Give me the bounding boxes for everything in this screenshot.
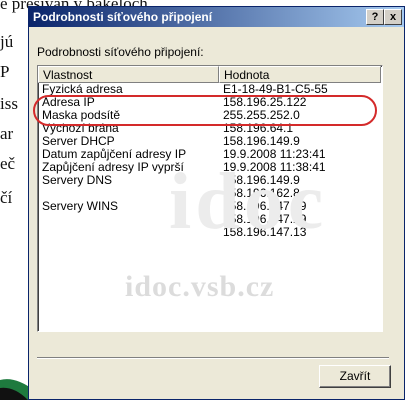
property-cell: Servery WINS bbox=[42, 199, 119, 213]
table-row[interactable]: 158.196.147.29 bbox=[38, 213, 382, 226]
property-cell: Servery DNS bbox=[42, 173, 113, 187]
background-text-line: jú bbox=[0, 32, 14, 51]
close-icon: x bbox=[389, 11, 397, 23]
column-header-property[interactable]: Vlastnost bbox=[38, 66, 219, 83]
background-text-line: čí bbox=[0, 188, 13, 207]
separator bbox=[37, 357, 389, 359]
titlebar-close-button[interactable]: x bbox=[384, 9, 402, 25]
network-connection-details-dialog: Podrobnosti síťového připojení ? x Podro… bbox=[28, 6, 405, 400]
background-text-line: iss bbox=[0, 94, 18, 113]
list-header: Vlastnost Hodnota bbox=[38, 66, 382, 83]
property-cell bbox=[38, 226, 219, 239]
column-header-value[interactable]: Hodnota bbox=[219, 66, 381, 83]
close-button[interactable]: Zavřít bbox=[319, 365, 391, 388]
property-cell bbox=[38, 213, 219, 226]
close-button-label: Zavřít bbox=[339, 369, 371, 383]
table-row[interactable]: Servery WINS 158.196.147.49 bbox=[38, 200, 382, 213]
table-row[interactable]: Servery DNS 158.196.149.9 bbox=[38, 174, 382, 187]
value-cell: 158.196.147.13 bbox=[223, 225, 307, 239]
help-button[interactable]: ? bbox=[366, 9, 384, 25]
background-text-line: P bbox=[0, 62, 10, 81]
background-text-line: ar bbox=[0, 124, 14, 143]
details-group-label: Podrobnosti síťového připojení: bbox=[37, 45, 204, 59]
help-icon: ? bbox=[371, 11, 379, 23]
dialog-titlebar[interactable]: Podrobnosti síťového připojení ? x bbox=[29, 7, 404, 27]
list-body: Fyzická adresa E1-18-49-B1-C5-55 Adresa IP… bbox=[38, 83, 382, 239]
dialog-title: Podrobnosti síťového připojení bbox=[33, 10, 213, 24]
table-row[interactable]: 158.196.147.13 bbox=[38, 226, 382, 239]
background-text-line: eč bbox=[0, 154, 16, 173]
details-list[interactable]: Vlastnost Hodnota Fyzická adresa E1-18-49… bbox=[37, 65, 383, 332]
